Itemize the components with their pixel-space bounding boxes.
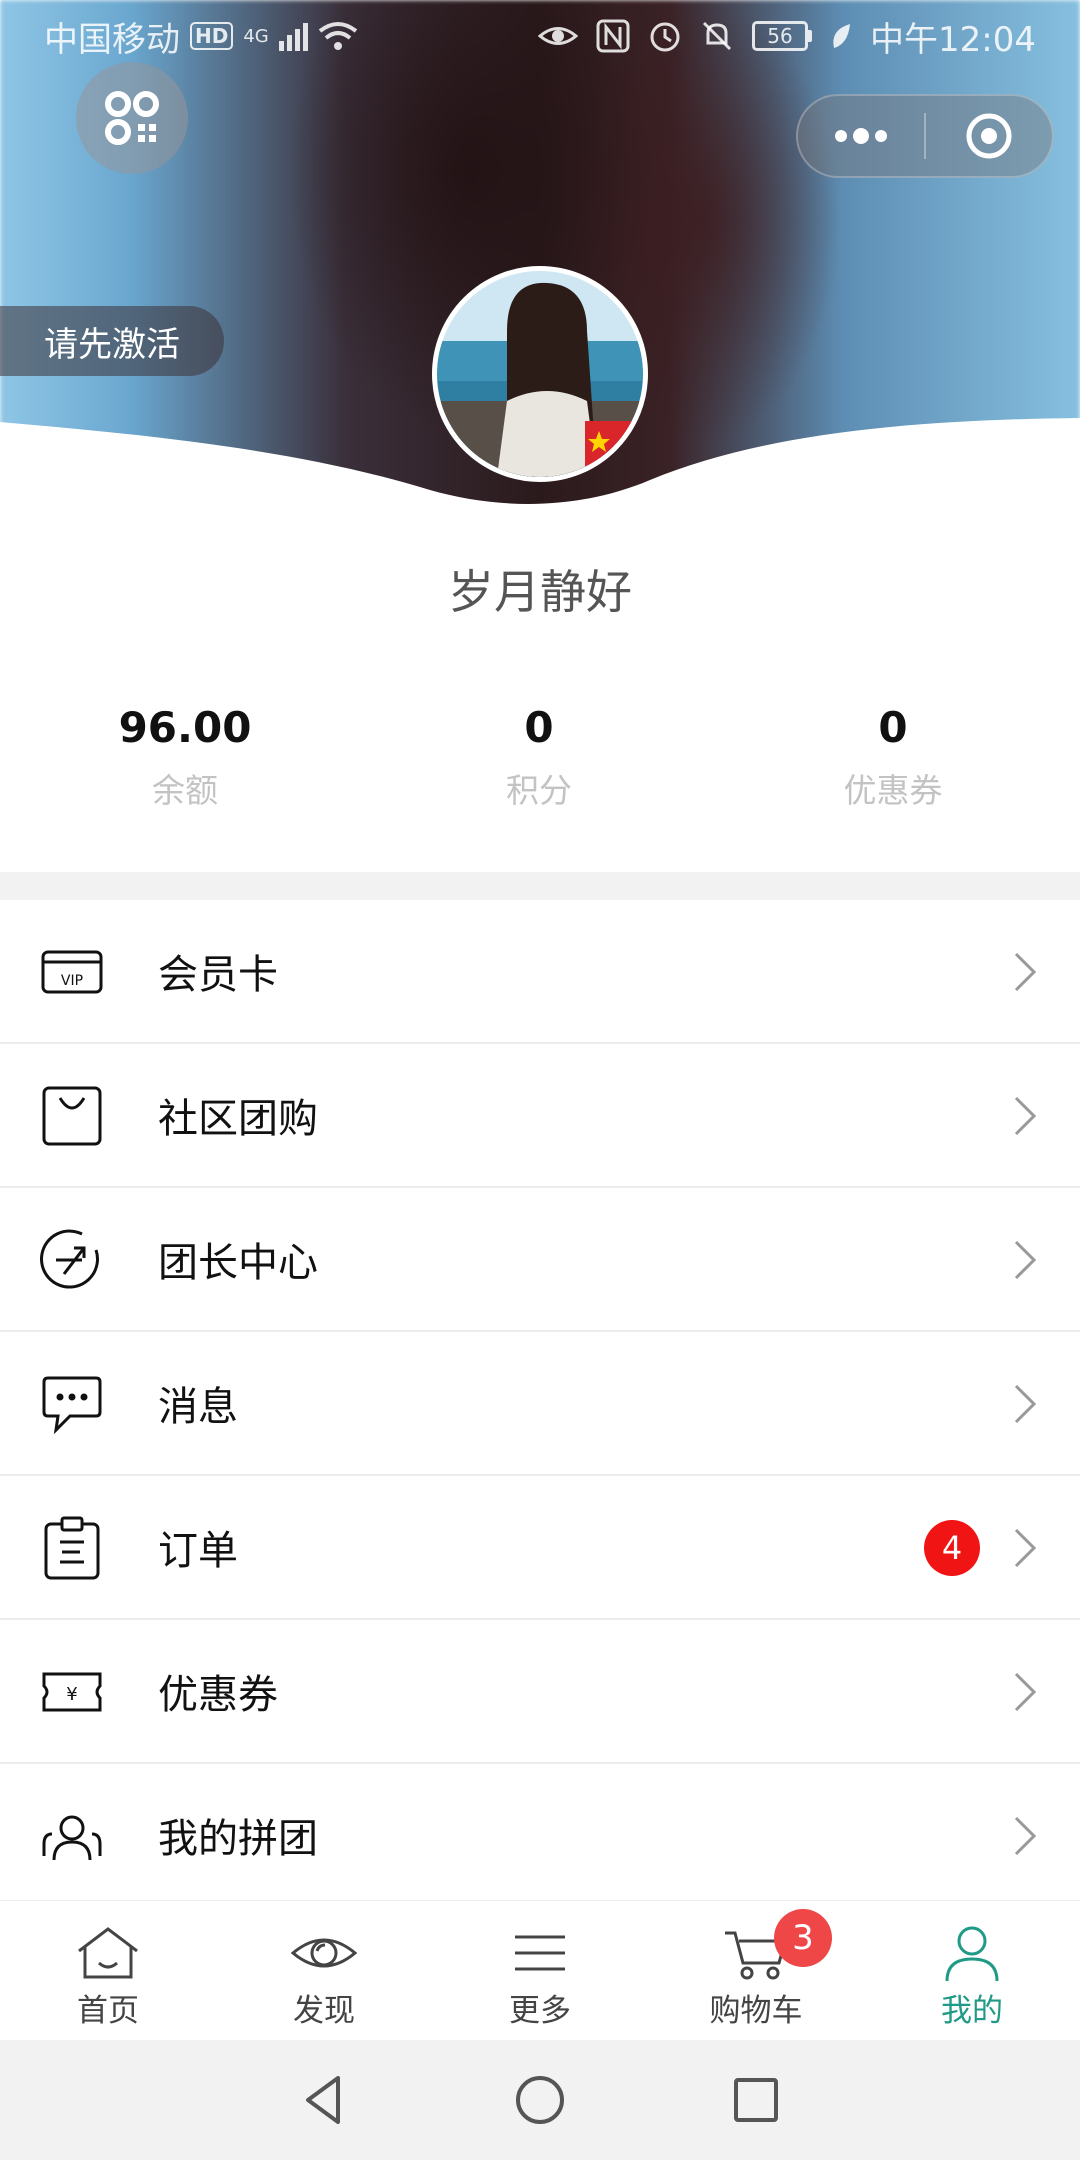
tab-cart[interactable]: 购物车 3 <box>648 1901 864 2040</box>
miniprogram-capsule <box>796 94 1054 178</box>
nfc-icon <box>596 19 630 53</box>
stat-label: 余额 <box>152 771 218 810</box>
tab-more[interactable]: 更多 <box>432 1901 648 2040</box>
stat-balance[interactable]: 96.00 余额 <box>8 700 362 830</box>
menu-item-label: 我的拼团 <box>158 1816 318 1862</box>
cart-count-badge: 3 <box>774 1909 832 1967</box>
clock-time: 中午12:04 <box>870 19 1036 60</box>
coupon-ticket-icon: ¥ <box>42 1672 102 1712</box>
battery-icon: 56 <box>752 21 813 51</box>
chevron-right-icon <box>1014 1096 1037 1136</box>
section-divider <box>0 872 1080 900</box>
tab-label: 更多 <box>509 1993 571 2029</box>
hd-badge: HD <box>190 22 234 50</box>
order-count-badge: 4 <box>924 1520 980 1576</box>
close-miniprogram-button[interactable] <box>926 96 1052 176</box>
menu-item-community-group-buy[interactable]: 社区团购 <box>0 1044 1080 1188</box>
system-navigation-bar <box>0 2040 1080 2160</box>
carrier-name: 中国移动 <box>44 19 180 60</box>
menu-lines-icon <box>515 1935 565 1971</box>
menu-item-label: 社区团购 <box>158 1096 318 1142</box>
shopping-bag-icon <box>42 1086 102 1146</box>
chevron-right-icon <box>1014 952 1037 992</box>
activate-button[interactable]: 请先激活 <box>0 306 224 376</box>
leader-center-icon <box>40 1229 99 1289</box>
network-type: 4G <box>243 25 269 47</box>
tab-label: 首页 <box>77 1993 139 2029</box>
tab-label: 发现 <box>293 1993 355 2029</box>
tab-label: 购物车 <box>709 1993 803 2029</box>
chevron-right-icon <box>1014 1672 1037 1712</box>
qr-code-button[interactable] <box>76 62 188 174</box>
bottom-tab-bar: 首页 发现 更多 购物车 3 我的 <box>0 1900 1080 2040</box>
avatar-image <box>437 271 643 477</box>
signal-icon <box>278 21 308 51</box>
menu-item-vip-card[interactable]: VIP 会员卡 <box>0 900 1080 1044</box>
menu-item-my-group-buy[interactable]: 我的拼团 <box>0 1764 1080 1908</box>
menu-item-label: 优惠券 <box>158 1672 278 1718</box>
stat-value: 96.00 <box>118 703 252 752</box>
home-icon <box>78 1927 138 1979</box>
mute-icon <box>702 21 732 51</box>
home-circle-icon[interactable] <box>512 2072 568 2128</box>
user-icon <box>945 1926 999 1982</box>
menu-item-label: 订单 <box>158 1528 238 1574</box>
menu-item-leader-center[interactable]: 团长中心 <box>0 1188 1080 1332</box>
chevron-right-icon <box>1014 1816 1037 1856</box>
stat-label: 积分 <box>506 771 572 810</box>
username: 岁月静好 <box>448 565 632 619</box>
status-bar: 中国移动 HD 4G 56 中午12:04 <box>0 0 1080 72</box>
qr-code-icon <box>105 91 159 145</box>
menu-item-label: 团长中心 <box>158 1240 318 1286</box>
target-close-icon <box>966 113 1012 159</box>
menu-item-label: 会员卡 <box>158 952 278 998</box>
eye-comfort-icon <box>538 27 579 45</box>
profile-header: 中国移动 HD 4G 56 中午12:04 请先激活 <box>0 0 1080 540</box>
stat-value: 0 <box>878 703 908 752</box>
stat-value: 0 <box>524 703 554 752</box>
group-buy-icon <box>42 1815 102 1861</box>
chat-bubble-icon <box>42 1376 102 1435</box>
alarm-icon <box>650 22 680 52</box>
chevron-right-icon <box>1014 1240 1037 1280</box>
more-options-button[interactable] <box>798 96 924 176</box>
chevron-right-icon <box>1014 1528 1037 1568</box>
clipboard-icon <box>44 1516 100 1580</box>
menu-item-coupons[interactable]: ¥ 优惠券 <box>0 1620 1080 1764</box>
back-icon[interactable] <box>296 2072 352 2128</box>
wifi-icon <box>318 22 357 50</box>
tab-label: 我的 <box>941 1993 1003 2029</box>
stat-label: 优惠券 <box>843 771 943 810</box>
tab-home[interactable]: 首页 <box>0 1901 216 2040</box>
tab-discover[interactable]: 发现 <box>216 1901 432 2040</box>
battery-level: 56 <box>752 21 809 51</box>
leaf-icon <box>833 24 851 48</box>
eye-icon <box>290 1938 358 1968</box>
avatar[interactable] <box>432 266 648 482</box>
recent-apps-icon[interactable] <box>728 2072 784 2128</box>
stat-points[interactable]: 0 积分 <box>362 700 716 830</box>
account-stats: 96.00 余额 0 积分 0 优惠券 <box>0 700 1080 830</box>
stat-coupons[interactable]: 0 优惠券 <box>716 700 1070 830</box>
menu-item-messages[interactable]: 消息 <box>0 1332 1080 1476</box>
menu-item-orders[interactable]: 订单 4 <box>0 1476 1080 1620</box>
more-dots-icon <box>835 128 887 144</box>
chevron-right-icon <box>1014 1384 1037 1424</box>
profile-menu: VIP 会员卡 社区团购 团长中心 消息 订单 4 ¥ 优惠券 我的拼团 <box>0 900 1080 1908</box>
svg-text:¥: ¥ <box>66 1684 77 1705</box>
vip-card-icon: VIP <box>41 950 103 994</box>
svg-text:VIP: VIP <box>61 973 83 989</box>
menu-item-label: 消息 <box>158 1384 238 1430</box>
tab-mine[interactable]: 我的 <box>864 1901 1080 2040</box>
